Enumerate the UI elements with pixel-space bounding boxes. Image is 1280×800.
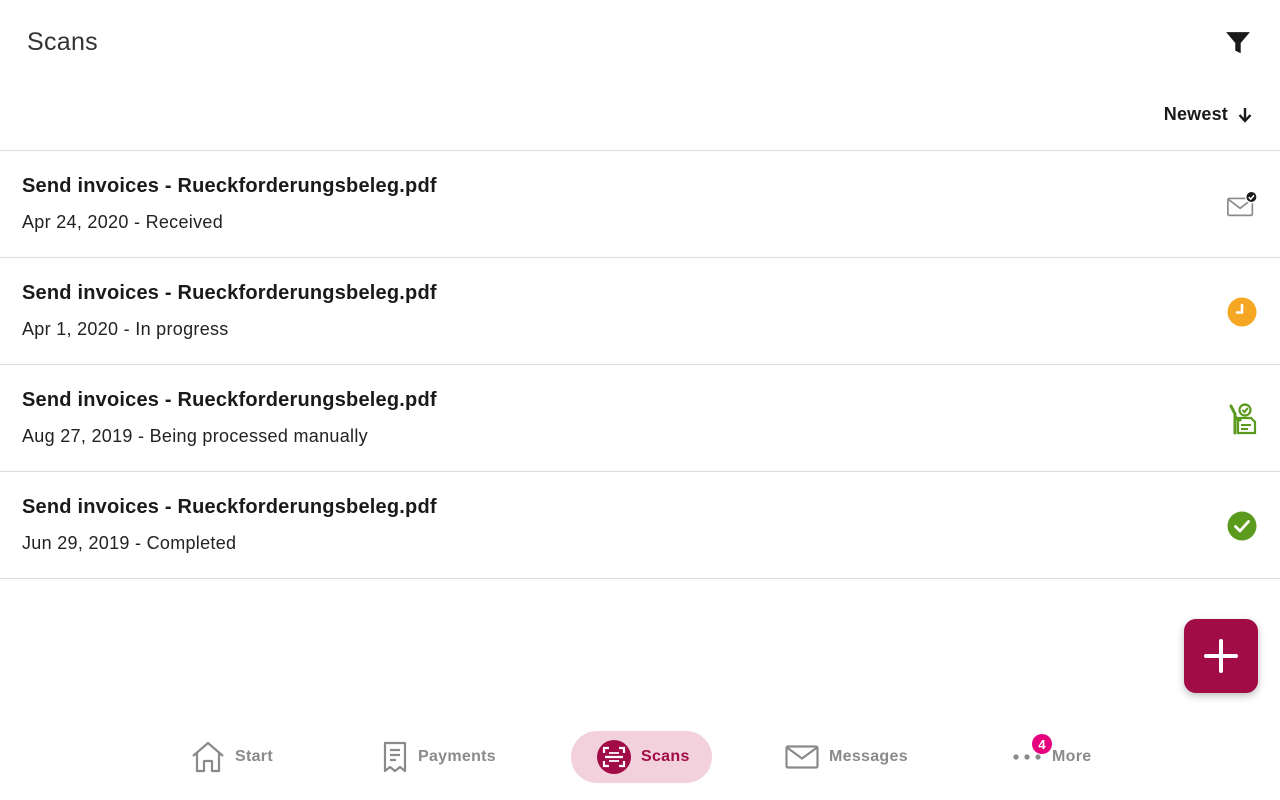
status-received [1226,189,1258,221]
page-title: Scans [27,28,98,56]
scan-name: Send invoices - Rueckforderungsbeleg.pdf [22,175,437,197]
filter-button[interactable] [1222,28,1254,58]
scan-meta: Aug 27, 2019 - Being processed manually [22,426,368,446]
envelope-icon [785,745,819,769]
scan-meta: Apr 24, 2020 - Received [22,212,224,232]
nav-label: Scans [641,748,690,765]
scan-meta: Jun 29, 2019 - Completed [22,533,237,553]
scan-meta: Apr 1, 2020 - In progress [22,319,229,339]
scan-list-item[interactable]: Send invoices - Rueckforderungsbeleg.pdf… [0,472,1280,579]
nav-label: Start [235,748,273,765]
sort-label: Newest [1163,104,1228,124]
nav-label: More [1052,748,1092,765]
notification-badge: 4 [1032,734,1052,754]
sort-button[interactable]: Newest [1164,104,1252,125]
home-icon [192,741,224,773]
scan-name: Send invoices - Rueckforderungsbeleg.pdf [22,496,437,518]
nav-label: Messages [829,748,908,765]
scan-icon-wrapper [597,740,631,774]
more-dots-icon [1013,754,1041,760]
scan-list-item[interactable]: Send invoices - Rueckforderungsbeleg.pdf… [0,365,1280,472]
filter-icon [1226,32,1250,54]
nav-item-more[interactable]: More 4 [1012,731,1091,783]
arrow-down-icon [1238,107,1252,123]
manual-processing-icon [1229,403,1257,435]
scan-list: Send invoices - Rueckforderungsbeleg.pdf… [0,150,1280,579]
status-in-progress [1226,296,1258,328]
app-bar: Scans [0,0,1280,86]
clock-icon [1227,297,1257,327]
sort-row: Newest [0,100,1280,136]
receipt-icon [383,741,407,773]
status-completed [1226,510,1258,542]
nav-item-payments[interactable]: Payments [382,731,496,783]
scan-icon [602,746,626,768]
check-circle-icon [1227,511,1257,541]
add-scan-button[interactable] [1184,619,1258,693]
nav-item-start[interactable]: Start [191,731,273,783]
nav-label: Payments [418,748,496,765]
scan-name: Send invoices - Rueckforderungsbeleg.pdf [22,389,437,411]
plus-icon [1204,639,1238,673]
scan-name: Send invoices - Rueckforderungsbeleg.pdf [22,282,437,304]
nav-item-scans[interactable]: Scans [571,731,712,783]
bottom-navigation: Start Payments Scans Messages More 4 [0,720,1280,800]
status-manual [1226,403,1258,435]
envelope-check-icon [1227,190,1258,217]
scan-list-item[interactable]: Send invoices - Rueckforderungsbeleg.pdf… [0,151,1280,258]
scan-list-item[interactable]: Send invoices - Rueckforderungsbeleg.pdf… [0,258,1280,365]
nav-item-messages[interactable]: Messages [785,731,908,783]
